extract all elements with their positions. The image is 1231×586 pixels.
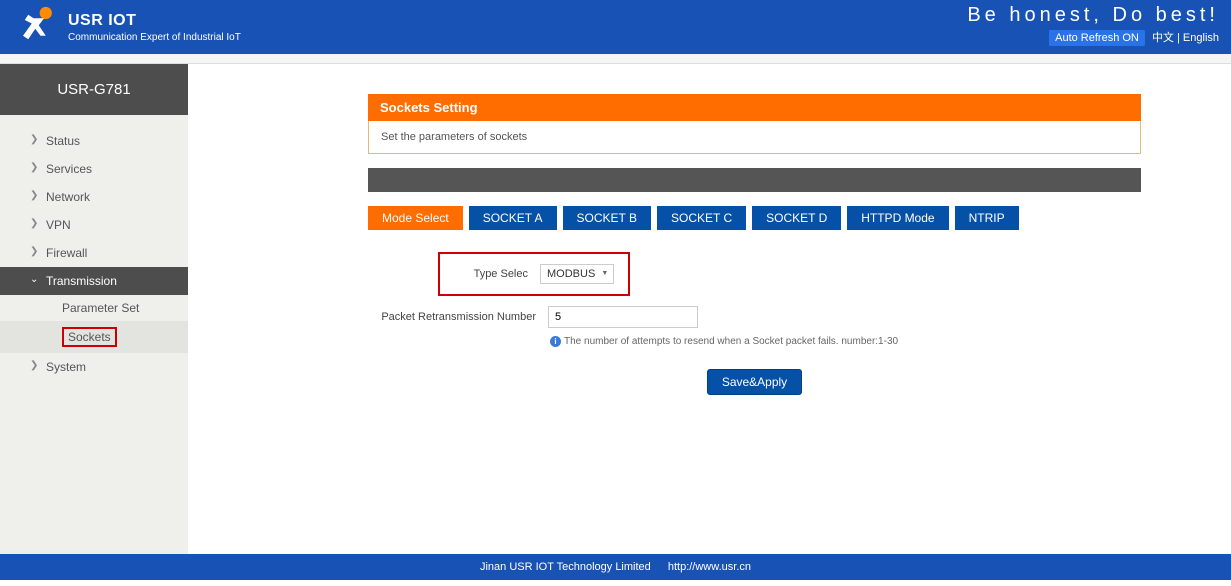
chevron-right-icon: ❯ [30,218,38,229]
type-select-label: Type Selec [454,268,540,280]
section-bar [368,168,1141,192]
nav-system[interactable]: ❯System [0,353,188,381]
nav-parameter-set[interactable]: Parameter Set [0,295,188,321]
tab-socket-c[interactable]: SOCKET C [657,206,746,230]
nav-transmission[interactable]: ⌄Transmission [0,267,188,295]
chevron-down-icon: ⌄ [30,274,38,285]
tab-httpd-mode[interactable]: HTTPD Mode [847,206,948,230]
retrans-hint: i The number of attempts to resend when … [550,336,1141,347]
retrans-input[interactable] [548,306,698,328]
type-select-highlight: Type Selec MODBUS [438,252,630,296]
brand-subtitle: Communication Expert of Industrial IoT [68,32,241,43]
brand-logo: USR IOT Communication Expert of Industri… [16,6,241,48]
header-divider [0,54,1231,64]
main-content: Sockets Setting Set the parameters of so… [188,64,1231,554]
tab-socket-d[interactable]: SOCKET D [752,206,841,230]
auto-refresh-toggle[interactable]: Auto Refresh ON [1049,30,1145,46]
form-area: Type Selec MODBUS Packet Retransmission … [368,252,1141,395]
tabs: Mode Select SOCKET A SOCKET B SOCKET C S… [368,206,1141,230]
nav-sockets[interactable]: Sockets [0,321,188,353]
chevron-right-icon: ❯ [30,360,38,371]
brand-title: USR IOT [68,12,241,30]
tab-ntrip[interactable]: NTRIP [955,206,1019,230]
tab-socket-a[interactable]: SOCKET A [469,206,557,230]
slogan: Be honest, Do best! [967,4,1219,27]
chevron-right-icon: ❯ [30,134,38,145]
header-links: Auto Refresh ON 中文 | English [967,29,1219,46]
logo-icon [16,6,58,48]
nav: ❯Status ❯Services ❯Network ❯VPN ❯Firewal… [0,115,188,381]
header: USR IOT Communication Expert of Industri… [0,0,1231,54]
panel-title: Sockets Setting [368,94,1141,121]
footer-url[interactable]: http://www.usr.cn [668,561,751,573]
lang-english[interactable]: English [1183,32,1219,44]
retrans-label: Packet Retransmission Number [368,311,548,323]
lang-chinese[interactable]: 中文 [1152,32,1174,44]
info-icon: i [550,336,561,347]
nav-network[interactable]: ❯Network [0,183,188,211]
device-name: USR-G781 [0,64,188,115]
nav-services[interactable]: ❯Services [0,155,188,183]
tab-mode-select[interactable]: Mode Select [368,206,463,230]
footer-company: Jinan USR IOT Technology Limited [480,561,651,573]
tab-socket-b[interactable]: SOCKET B [563,206,651,230]
chevron-right-icon: ❯ [30,190,38,201]
chevron-right-icon: ❯ [30,162,38,173]
nav-status[interactable]: ❯Status [0,127,188,155]
panel-desc: Set the parameters of sockets [368,121,1141,154]
type-select-dropdown[interactable]: MODBUS [540,264,614,284]
chevron-right-icon: ❯ [30,246,38,257]
nav-vpn[interactable]: ❯VPN [0,211,188,239]
nav-firewall[interactable]: ❯Firewall [0,239,188,267]
sidebar: USR-G781 ❯Status ❯Services ❯Network ❯VPN… [0,64,188,554]
footer: Jinan USR IOT Technology Limited http://… [0,554,1231,580]
save-apply-button[interactable]: Save&Apply [707,369,802,395]
